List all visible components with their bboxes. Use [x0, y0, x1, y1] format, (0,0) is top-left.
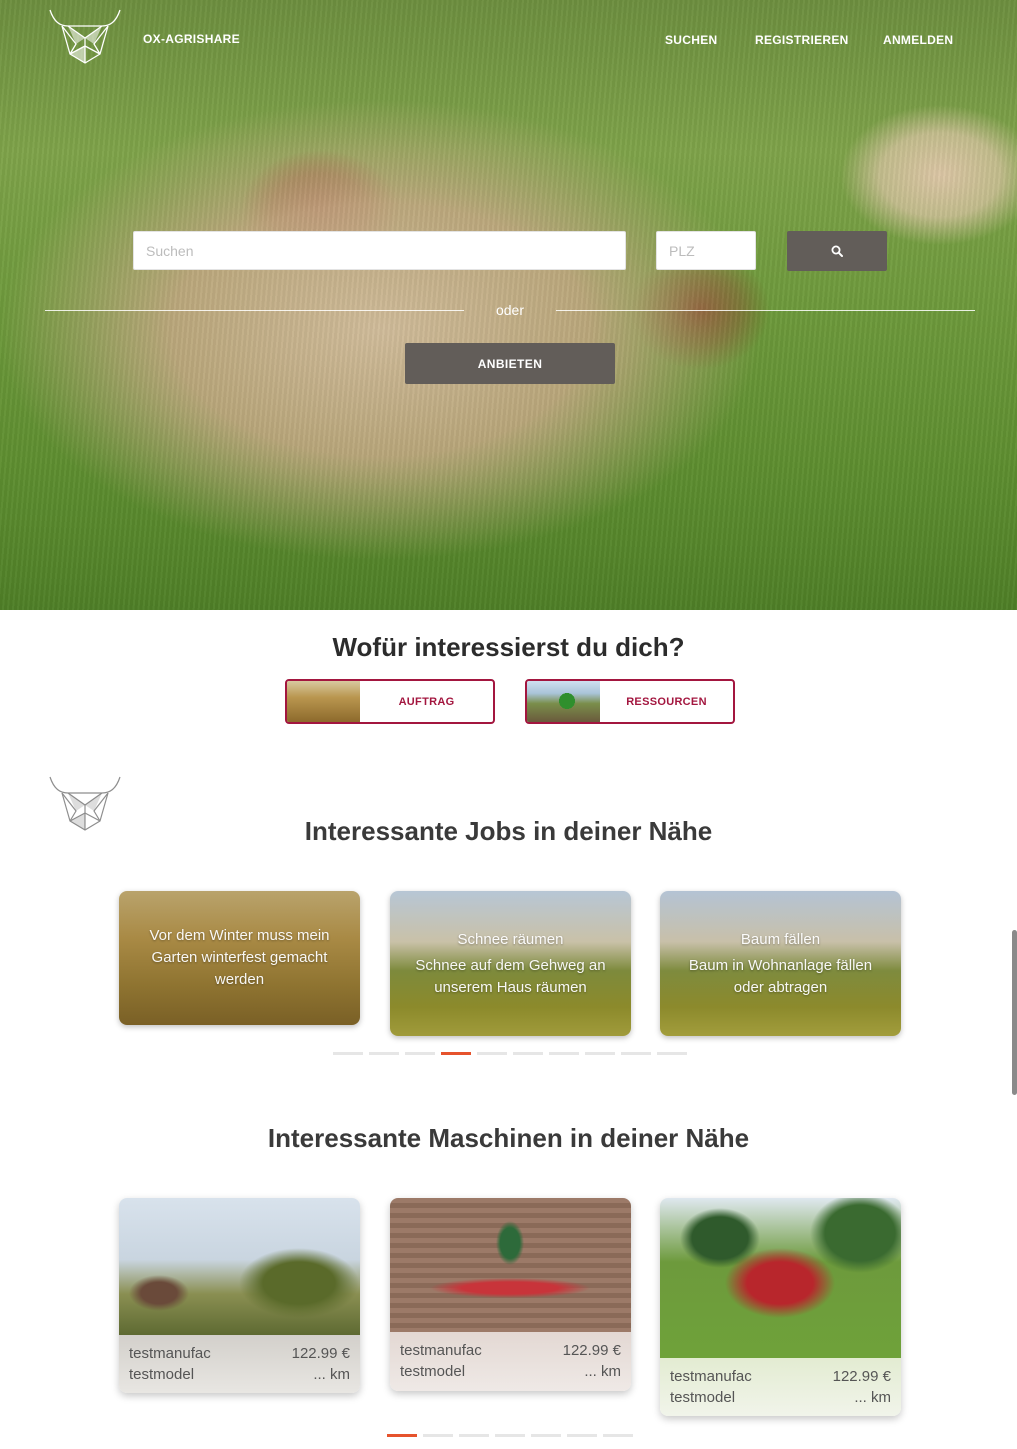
offer-button[interactable]: ANBIETEN [405, 343, 615, 384]
jobs-section-title: Interessante Jobs in deiner Nähe [304, 816, 713, 846]
machine-manufacturer: testmanufac [670, 1368, 752, 1385]
machine-info: testmanufac 122.99 € testmodel ... km [119, 1335, 360, 1393]
carousel-dot[interactable] [513, 1052, 543, 1055]
machine-price: 122.99 € [832, 1368, 891, 1385]
machine-info: testmanufac 122.99 € testmodel ... km [660, 1358, 901, 1416]
machine-card[interactable]: testmanufac 122.99 € testmodel ... km [390, 1198, 631, 1391]
machine-manufacturer: testmanufac [400, 1342, 482, 1359]
machine-distance: ... km [854, 1389, 891, 1406]
job-title: Schnee räumen [457, 930, 564, 948]
machine-manufacturer: testmanufac [129, 1345, 211, 1362]
machine-image [660, 1198, 901, 1358]
search-icon [831, 245, 843, 257]
job-description: Vor dem Winter muss mein Garten winterfe… [149, 927, 330, 988]
interest-option-auftrag[interactable]: AUFTRAG [285, 679, 495, 724]
carousel-dot[interactable] [567, 1434, 597, 1437]
divider-right [556, 310, 975, 311]
carousel-dot[interactable] [657, 1052, 687, 1055]
machine-model: testmodel [670, 1389, 736, 1406]
machine-card[interactable]: testmanufac 122.99 € testmodel ... km [660, 1198, 901, 1416]
nav-registrieren[interactable]: REGISTRIEREN [755, 33, 855, 47]
job-title: Baum fällen [740, 930, 821, 948]
tractor-thumbnail [527, 681, 600, 722]
machine-price: 122.99 € [291, 1345, 350, 1362]
machine-image [390, 1198, 631, 1332]
machine-image [119, 1198, 360, 1335]
plz-input[interactable] [656, 231, 756, 270]
nav-anmelden[interactable]: ANMELDEN [883, 33, 973, 47]
machine-distance: ... km [313, 1366, 350, 1383]
carousel-dot[interactable] [387, 1434, 417, 1437]
job-card[interactable]: Baum fällen Baum in Wohnanlage fällen od… [660, 891, 901, 1036]
carousel-dot[interactable] [459, 1434, 489, 1437]
nav-suchen[interactable]: SUCHEN [665, 33, 717, 47]
interest-title: Wofür interessierst du dich? [332, 632, 685, 662]
carousel-dot[interactable] [333, 1052, 363, 1055]
divider-left [45, 310, 464, 311]
job-description: Schnee auf dem Gehweg an unserem Haus rä… [415, 956, 606, 996]
machines-carousel-pager [387, 1434, 633, 1437]
scrollbar-thumb[interactable] [1012, 930, 1017, 1095]
carousel-dot[interactable] [369, 1052, 399, 1055]
machine-price: 122.99 € [562, 1342, 621, 1359]
carousel-dot[interactable] [621, 1052, 651, 1055]
job-description: Baum in Wohnanlage fällen oder abtragen [688, 956, 873, 996]
wheat-thumbnail [287, 681, 360, 722]
machine-card[interactable]: testmanufac 122.99 € testmodel ... km [119, 1198, 360, 1393]
machine-model: testmodel [129, 1366, 195, 1383]
machine-info: testmanufac 122.99 € testmodel ... km [390, 1332, 631, 1391]
machines-section-title: Interessante Maschinen in deiner Nähe [267, 1123, 750, 1153]
jobs-carousel-pager [333, 1052, 687, 1055]
job-card[interactable]: Vor dem Winter muss mein Garten winterfe… [119, 891, 360, 1025]
hero-banner: OX-AGRISHARE SUCHEN REGISTRIEREN ANMELDE… [0, 0, 1017, 610]
carousel-dot[interactable] [531, 1434, 561, 1437]
interest-option-label: RESSOURCEN [626, 695, 707, 708]
machine-model: testmodel [400, 1363, 466, 1380]
search-input[interactable] [133, 231, 626, 270]
interest-option-label: AUFTRAG [398, 695, 455, 708]
carousel-dot[interactable] [405, 1052, 435, 1055]
carousel-dot[interactable] [477, 1052, 507, 1055]
carousel-dot[interactable] [441, 1052, 471, 1055]
carousel-dot[interactable] [603, 1434, 633, 1437]
machine-distance: ... km [584, 1363, 621, 1380]
ox-head-icon[interactable] [48, 8, 122, 64]
carousel-dot[interactable] [423, 1434, 453, 1437]
search-button[interactable] [787, 231, 887, 271]
interest-option-ressourcen[interactable]: RESSOURCEN [525, 679, 735, 724]
job-card[interactable]: Schnee räumen Schnee auf dem Gehweg an u… [390, 891, 631, 1036]
carousel-dot[interactable] [585, 1052, 615, 1055]
brand-name[interactable]: OX-AGRISHARE [143, 32, 240, 46]
divider-text: oder [495, 302, 525, 318]
carousel-dot[interactable] [549, 1052, 579, 1055]
carousel-dot[interactable] [495, 1434, 525, 1437]
